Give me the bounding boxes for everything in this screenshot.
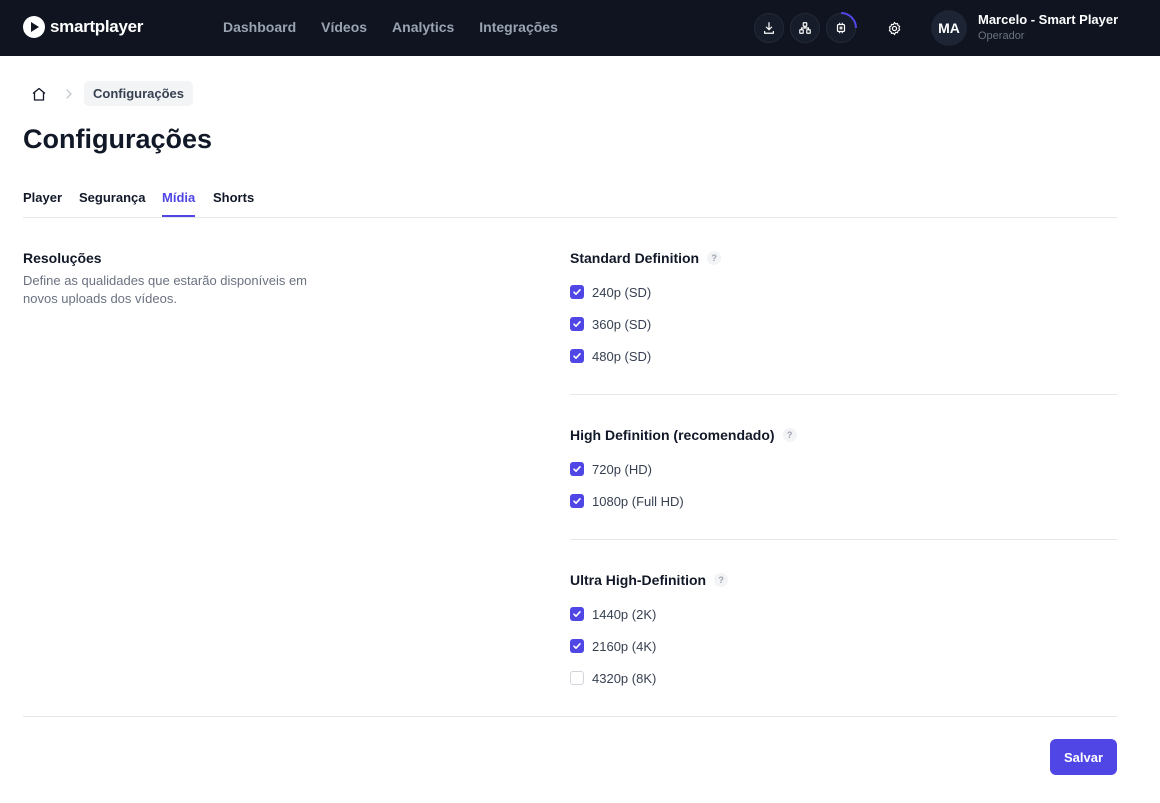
network-icon bbox=[799, 22, 811, 34]
settings-button[interactable] bbox=[883, 17, 905, 39]
check-icon bbox=[573, 289, 581, 295]
footer-divider bbox=[23, 716, 1117, 717]
check-icon bbox=[573, 643, 581, 649]
help-icon[interactable]: ? bbox=[714, 573, 729, 587]
nav-item-videos[interactable]: Vídeos bbox=[321, 19, 367, 35]
tab-midia[interactable]: Mídia bbox=[162, 190, 196, 217]
checkbox-label: 240p (SD) bbox=[592, 284, 652, 300]
gear-icon bbox=[888, 21, 900, 35]
checkbox-checked[interactable] bbox=[570, 317, 584, 331]
tab-player[interactable]: Player bbox=[23, 190, 62, 217]
help-icon[interactable]: ? bbox=[782, 428, 797, 442]
checkbox-240p[interactable]: 240p (SD) bbox=[570, 283, 651, 301]
help-icon[interactable]: ? bbox=[707, 251, 722, 265]
checkbox-360p[interactable]: 360p (SD) bbox=[570, 315, 651, 333]
network-button[interactable] bbox=[790, 13, 820, 43]
group-title-sd: Standard Definition ? bbox=[570, 250, 722, 266]
checkbox-checked[interactable] bbox=[570, 285, 584, 299]
loading-ring bbox=[840, 12, 857, 29]
section-title: Resoluções bbox=[23, 250, 102, 266]
check-icon bbox=[573, 466, 581, 472]
save-button[interactable]: Salvar bbox=[1050, 739, 1117, 775]
user-role: Operador bbox=[978, 30, 1025, 42]
section-description: Define as qualidades que estarão disponí… bbox=[23, 273, 308, 306]
check-icon bbox=[573, 321, 581, 327]
checkbox-unchecked[interactable] bbox=[570, 671, 584, 685]
checkbox-4320p[interactable]: 4320p (8K) bbox=[570, 669, 656, 687]
checkbox-checked[interactable] bbox=[570, 607, 584, 621]
logo[interactable]: smartplayer bbox=[23, 16, 143, 38]
checkbox-checked[interactable] bbox=[570, 639, 584, 653]
check-icon bbox=[573, 498, 581, 504]
tab-seguranca[interactable]: Segurança bbox=[79, 190, 145, 217]
avatar[interactable]: MA bbox=[931, 10, 967, 46]
checkbox-checked[interactable] bbox=[570, 462, 584, 476]
checkbox-label: 2160p (4K) bbox=[592, 638, 657, 654]
divider bbox=[570, 539, 1117, 540]
group-title-uhd: Ultra High-Definition ? bbox=[570, 572, 729, 588]
home-icon[interactable] bbox=[31, 86, 47, 102]
check-icon bbox=[573, 353, 581, 359]
checkbox-label: 480p (SD) bbox=[592, 348, 652, 364]
checkbox-1080p[interactable]: 1080p (Full HD) bbox=[570, 492, 684, 510]
check-icon bbox=[573, 611, 581, 617]
play-logo-icon bbox=[23, 16, 45, 38]
group-title-hd: High Definition (recomendado) ? bbox=[570, 427, 797, 443]
nav-item-integracoes[interactable]: Integrações bbox=[479, 19, 558, 35]
top-navbar: smartplayer Dashboard Vídeos Analytics I… bbox=[0, 0, 1160, 56]
checkbox-2160p[interactable]: 2160p (4K) bbox=[570, 637, 656, 655]
checkbox-label: 1440p (2K) bbox=[592, 606, 657, 622]
main-nav: Dashboard Vídeos Analytics Integrações bbox=[223, 19, 583, 35]
checkbox-1440p[interactable]: 1440p (2K) bbox=[570, 605, 656, 623]
checkbox-label: 4320p (8K) bbox=[592, 670, 657, 686]
checkbox-checked[interactable] bbox=[570, 494, 584, 508]
download-button[interactable] bbox=[754, 13, 784, 43]
checkbox-720p[interactable]: 720p (HD) bbox=[570, 460, 652, 478]
breadcrumb-current: Configurações bbox=[84, 81, 194, 106]
checkbox-label: 720p (HD) bbox=[592, 461, 652, 477]
chevron-right-icon bbox=[66, 89, 72, 99]
checkbox-label: 1080p (Full HD) bbox=[592, 493, 684, 509]
checkbox-480p[interactable]: 480p (SD) bbox=[570, 347, 651, 365]
download-icon bbox=[764, 22, 774, 34]
checkbox-label: 360p (SD) bbox=[592, 316, 652, 332]
page-title: Configurações bbox=[23, 124, 213, 154]
user-name[interactable]: Marcelo - Smart Player bbox=[978, 12, 1118, 27]
logo-text: smartplayer bbox=[50, 17, 144, 36]
divider bbox=[570, 394, 1117, 395]
nav-item-analytics[interactable]: Analytics bbox=[392, 19, 454, 35]
checkbox-checked[interactable] bbox=[570, 349, 584, 363]
tab-shorts[interactable]: Shorts bbox=[213, 190, 254, 217]
nav-item-dashboard[interactable]: Dashboard bbox=[223, 19, 296, 35]
settings-tabs: Player Segurança Mídia Shorts bbox=[23, 190, 1117, 218]
